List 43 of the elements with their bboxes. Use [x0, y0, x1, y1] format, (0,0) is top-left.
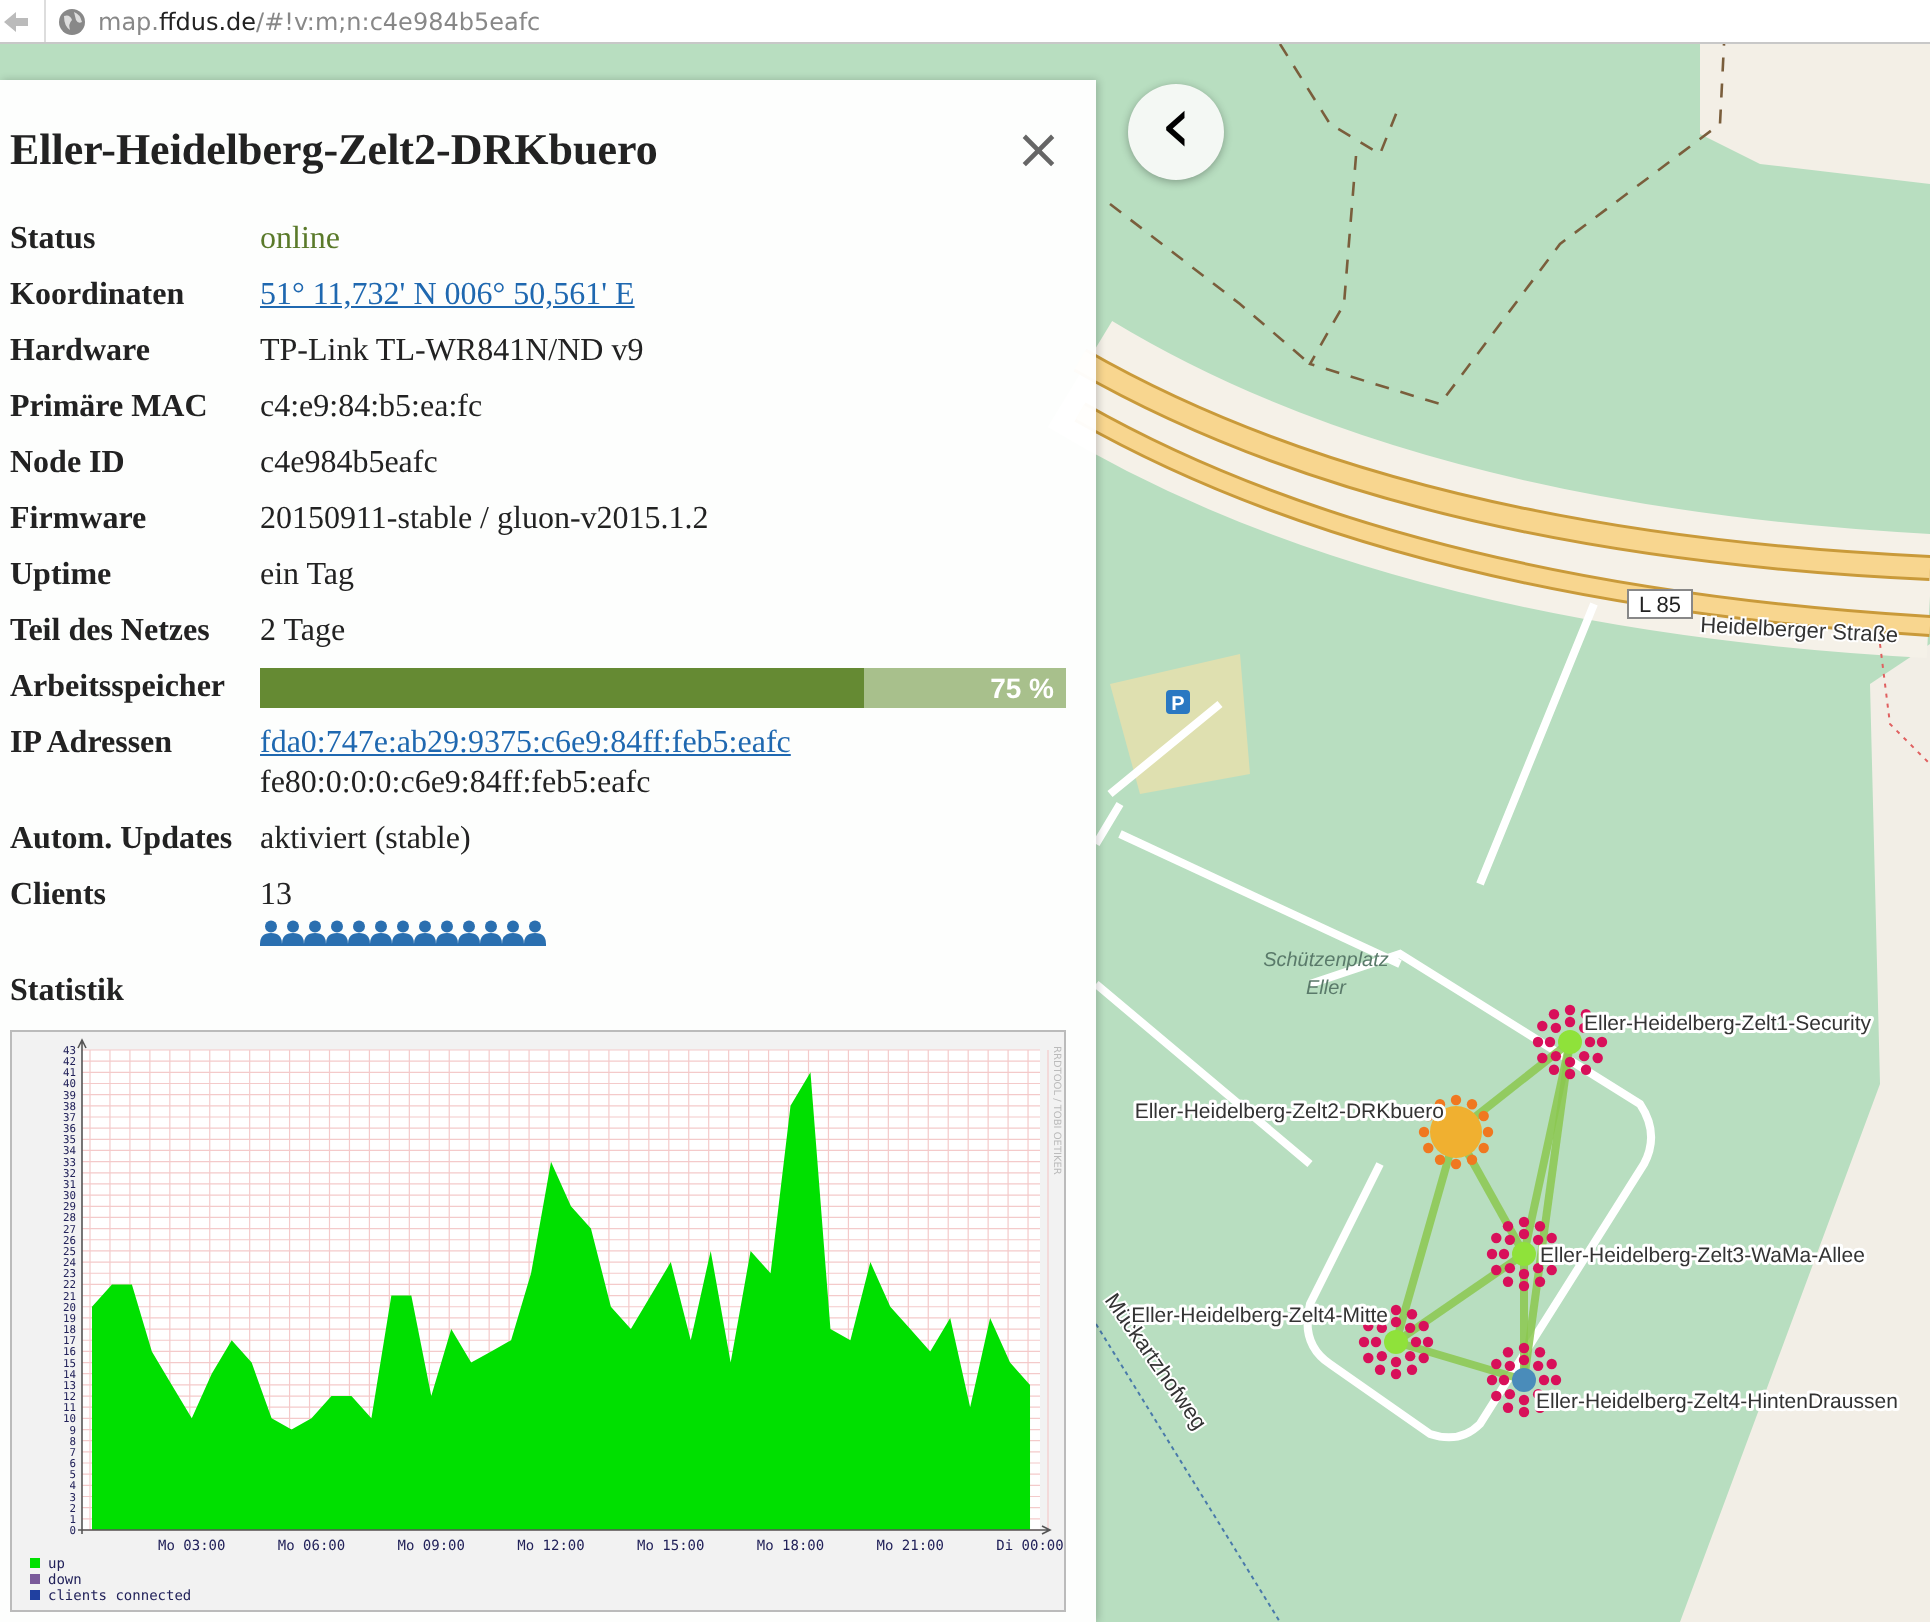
field-value: 20150911-stable / gluon-v2015.1.2 [260, 500, 709, 540]
back-arrow-icon[interactable] [4, 11, 28, 31]
node-title: Eller-Heidelberg-Zelt2-DRKbuero [10, 124, 658, 176]
field-label: Status [10, 220, 98, 260]
node-label[interactable]: Eller-Heidelberg-Zelt4-HintenDraussen [1536, 1390, 1898, 1414]
field-value: 2 Tage [260, 612, 346, 652]
field-label: Clients [10, 876, 108, 916]
field-value: c4:e9:84:b5:ea:fc [260, 388, 483, 428]
field-label: Teil des Netzes [10, 612, 212, 652]
globe-icon [58, 7, 86, 35]
road-number-sign: L 85 [1627, 589, 1693, 619]
boundary-line [1879, 643, 1930, 765]
parking-lot [1110, 654, 1250, 794]
area-label: Eller [1306, 978, 1346, 1000]
ip-address: fe80:0:0:0:c6e9:84ff:feb5:eafc [260, 764, 651, 804]
street-label: Heidelberger Straße [1699, 614, 1899, 649]
field-label: Firmware [10, 500, 149, 540]
field-label: Autom. Updates [10, 820, 235, 860]
field-value: aktiviert (stable) [260, 820, 471, 860]
field-label: Node ID [10, 444, 127, 484]
field-label: Uptime [10, 556, 114, 596]
node-marker[interactable] [1384, 1330, 1408, 1354]
coordinates-link[interactable]: 51° 11,732' N 006° 50,561' E [260, 276, 635, 316]
node-marker[interactable] [1512, 1368, 1536, 1392]
field-value: ein Tag [260, 556, 355, 596]
status-value: online [260, 220, 340, 260]
memory-percent: 75 % [990, 670, 1054, 708]
field-label: IP Adressen [10, 724, 175, 764]
node-label[interactable]: Eller-Heidelberg-Zelt1-Security [1584, 1012, 1872, 1036]
statistics-heading: Statistik [10, 974, 126, 1010]
field-value: TP-Link TL-WR841N/ND v9 [260, 332, 644, 372]
field-label: Primäre MAC [10, 388, 210, 428]
field-value: c4e984b5eafc [260, 444, 438, 484]
field-label: Arbeitsspeicher [10, 668, 228, 708]
node-marker[interactable] [1512, 1242, 1536, 1266]
clients-count: 13 [260, 876, 292, 916]
parking-sign-icon: P [1166, 690, 1190, 716]
node-marker[interactable] [1558, 1030, 1582, 1054]
field-label: Koordinaten [10, 276, 187, 316]
field-label: Hardware [10, 332, 152, 372]
ip-address-link[interactable]: fda0:747e:ab29:9375:c6e9:84ff:feb5:eafc [260, 724, 791, 764]
address-field[interactable]: map.ffdus.de/#!v:m;n:c4e984b5eafc [44, 0, 1930, 42]
close-button[interactable]: × [1011, 122, 1066, 178]
